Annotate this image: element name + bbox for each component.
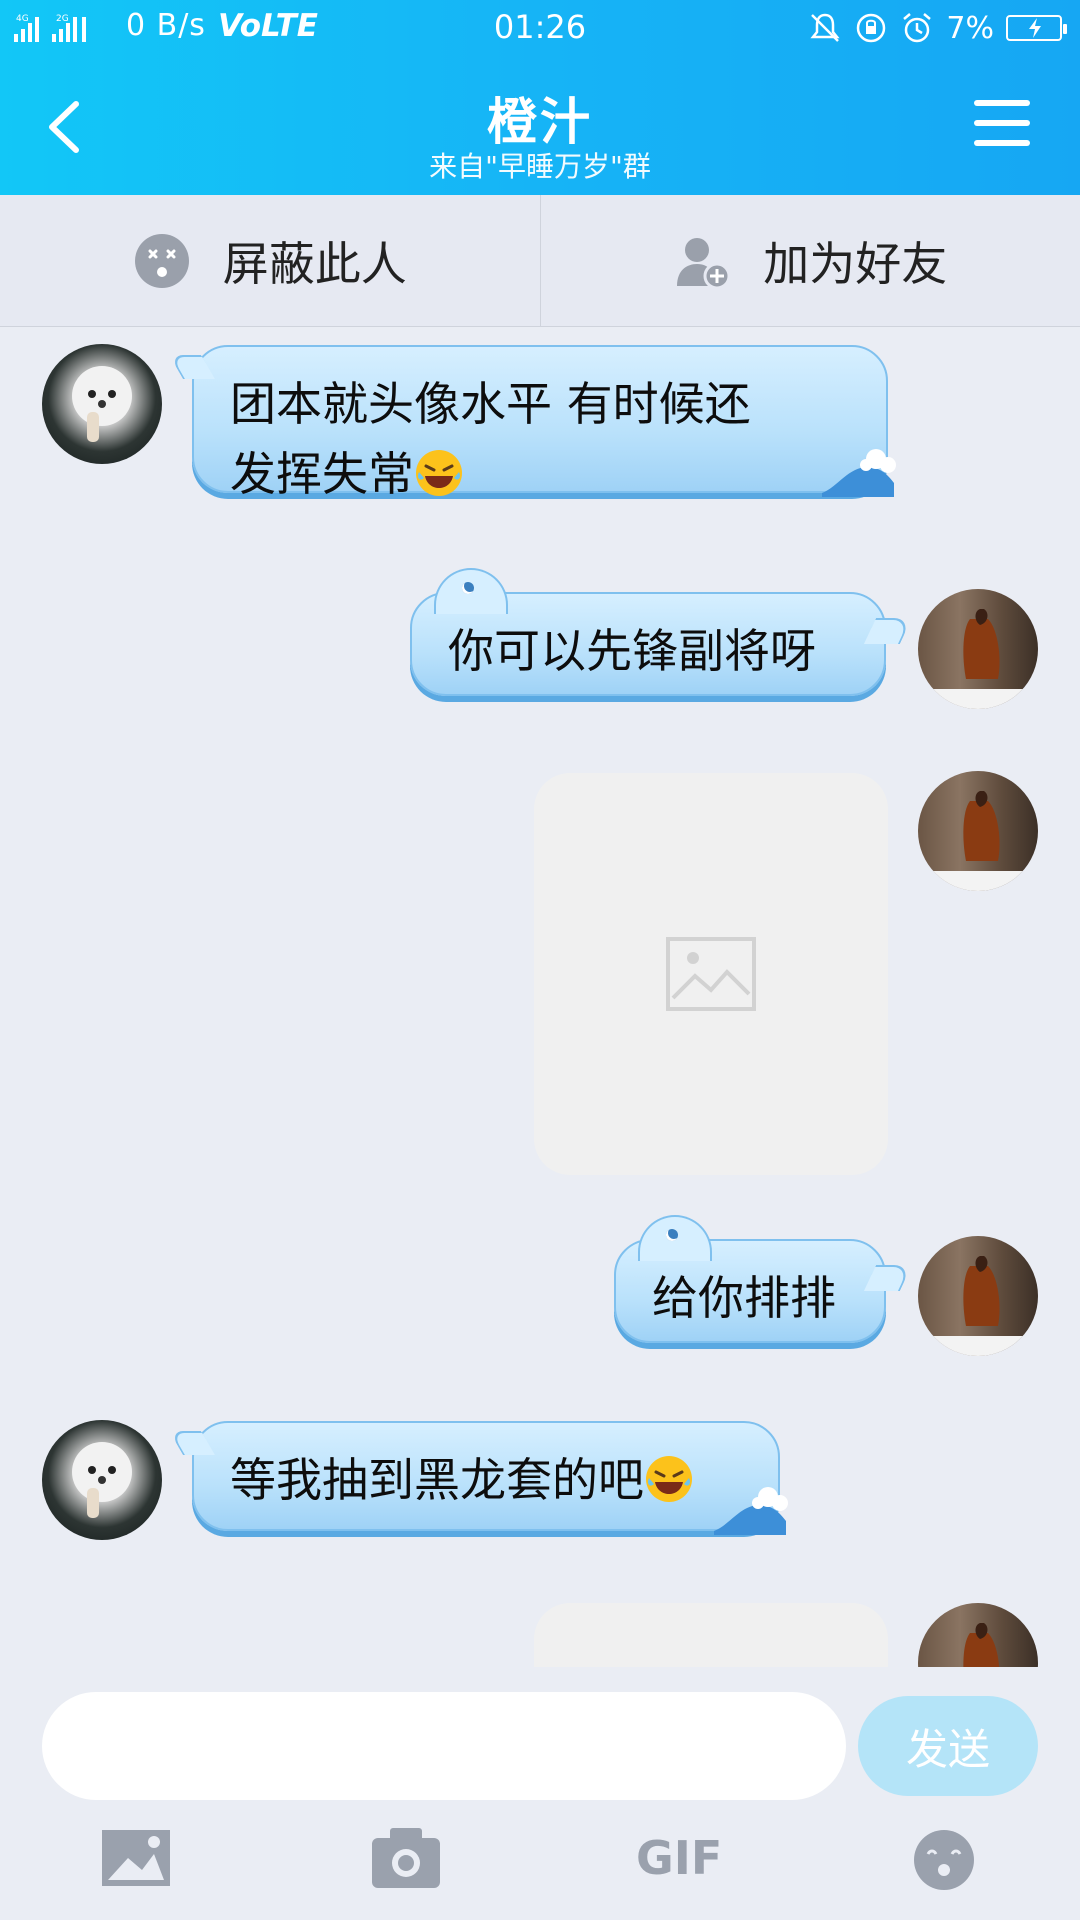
block-user-label: 屏蔽此人 (222, 236, 407, 291)
avatar-self[interactable] (918, 771, 1038, 891)
message-text: 发挥失常 (230, 447, 414, 501)
bubble-hump-decoration (434, 568, 508, 614)
input-area: 发送 GIF (0, 1668, 1080, 1920)
alarm-icon (903, 13, 932, 43)
message-bubble[interactable]: 等我抽到黑龙套的吧 (192, 1421, 788, 1535)
message-text: 团本就头像水平 有时候还 (230, 377, 751, 431)
menu-bar (974, 120, 1030, 126)
message-bubble[interactable]: 团本就头像水平 有时候还 发挥失常 (192, 345, 896, 501)
add-friend-button[interactable]: 加为好友 (539, 195, 1080, 326)
battery-percent: 7% (946, 10, 994, 46)
chat-subtitle: 来自"早睡万岁"群 (429, 150, 651, 183)
laughing-crying-emoji-icon (646, 1456, 692, 1502)
menu-button[interactable] (974, 100, 1030, 152)
input-toolbar: GIF (0, 1820, 1080, 1910)
bubble-wave-decoration (822, 449, 896, 497)
message-text: 你可以先锋副将呀 (448, 624, 816, 678)
battery-charging-icon (1006, 15, 1067, 41)
avatar-self[interactable] (918, 589, 1038, 709)
message-input[interactable] (42, 1692, 846, 1800)
avatar-self[interactable] (918, 1603, 1038, 1667)
image-message[interactable] (534, 773, 888, 1175)
image-icon[interactable] (98, 1824, 174, 1892)
menu-bar (974, 140, 1030, 146)
message-bubble[interactable]: 给你排排 (614, 1215, 886, 1343)
add-friend-label: 加为好友 (763, 236, 948, 291)
bubble-hump-decoration (638, 1215, 712, 1261)
message-text: 给你排排 (652, 1271, 836, 1325)
avatar-self[interactable] (918, 1236, 1038, 1356)
status-icons: 7% (808, 10, 1067, 46)
header: 4G 2G 0 B/s VoLTE 01:26 7% 橙汁 来自"早睡万岁"群 (0, 0, 1080, 195)
block-user-button[interactable]: 屏蔽此人 (0, 195, 540, 326)
rotation-lock-icon (857, 13, 886, 43)
emoji-face-icon[interactable] (906, 1824, 982, 1892)
bubble-wave-decoration (714, 1487, 788, 1535)
message-list[interactable]: 团本就头像水平 有时候还 发挥失常 你可以先锋副将呀 给你排排 等我抽到黑龙套的… (0, 327, 1080, 1667)
camera-icon[interactable] (368, 1824, 444, 1892)
chat-title: 橙汁 (487, 93, 593, 151)
avatar-contact[interactable] (42, 1420, 162, 1540)
mute-icon (810, 13, 841, 42)
menu-bar (974, 100, 1030, 106)
send-button[interactable]: 发送 (858, 1696, 1038, 1796)
block-face-icon (134, 233, 189, 288)
message-text: 等我抽到黑龙套的吧 (230, 1453, 644, 1507)
chat-screen: 4G 2G 0 B/s VoLTE 01:26 7% 橙汁 来自"早睡万岁"群 … (0, 0, 1080, 1920)
laughing-crying-emoji-icon (416, 450, 462, 496)
image-message[interactable] (534, 1603, 888, 1667)
status-bar: 4G 2G 0 B/s VoLTE 01:26 7% (0, 0, 1080, 56)
stranger-action-bar: 屏蔽此人 加为好友 (0, 195, 1080, 327)
message-bubble[interactable]: 你可以先锋副将呀 (410, 568, 886, 696)
image-placeholder-icon (666, 937, 756, 1011)
add-person-icon (677, 237, 731, 289)
gif-icon[interactable]: GIF (636, 1824, 722, 1892)
avatar-contact[interactable] (42, 344, 162, 464)
